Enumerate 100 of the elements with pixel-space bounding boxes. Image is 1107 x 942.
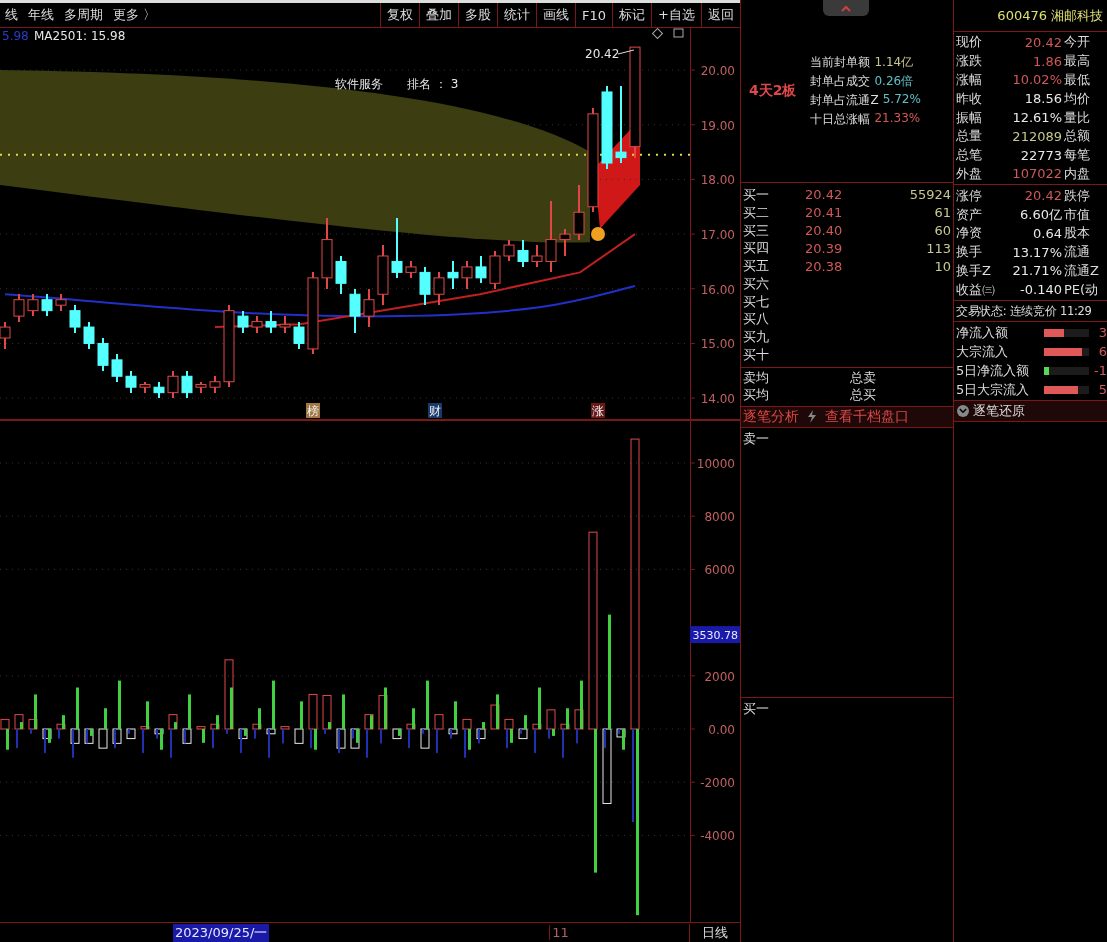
spike-bar [398,729,401,736]
sector-label: 软件服务 [335,77,383,91]
candlestick [461,260,473,290]
falling-volume-bar [112,728,122,744]
candlestick [489,249,501,290]
quote-label: 跌停 [1064,186,1090,205]
falling-volume-bar [154,728,164,735]
bid-label: 买一 [743,701,769,716]
rising-volume-bar [168,714,178,730]
spike-bar [482,722,485,729]
falling-volume-bar [84,728,94,744]
toolbar-link[interactable]: 线 [0,6,23,24]
falling-volume-bar [350,728,360,749]
rank-label: 排名 ： 3 [407,77,459,91]
candlestick [69,304,81,334]
candlestick [517,238,529,268]
period-label[interactable]: 日线 [689,923,740,942]
quote-label: 涨幅 [956,71,983,89]
quote-label: 振幅 [956,108,983,127]
bid-volume: 10 [933,258,951,274]
candlestick [13,293,25,323]
candlestick [293,320,305,350]
spike-bar [104,708,107,729]
rising-volume-bar [490,704,500,730]
falling-volume-bar [616,728,626,738]
event-marker: 涨 [591,403,605,418]
spike-bar [328,722,331,729]
quote-value: 21.71% [1011,263,1063,279]
spike-bar [468,729,471,750]
candlestick [237,309,249,334]
bid-label: 买四 [743,239,770,258]
falling-volume-bar [294,728,304,744]
toolbar-link[interactable]: 更多 〉 [108,6,162,24]
candlestick [391,216,403,279]
quote-value: 6.60亿 [1019,205,1063,224]
candlestick [573,183,585,241]
bid-label: 买五 [743,257,770,276]
quote-value: 10.02% [1011,72,1063,88]
toolbar-link[interactable]: 年线 [23,6,59,24]
candlestick [503,238,515,263]
falling-volume-bar [126,728,136,740]
rising-volume-bar [560,723,570,730]
spike-bar [230,687,233,729]
stat-value: 1.14亿 [874,54,914,71]
depth-view-tab[interactable]: 查看千档盘口 [825,407,909,426]
spike-bar [384,687,387,729]
axis-label: -2000 [700,776,735,791]
falling-volume-bar [392,728,402,740]
summary-label: 总卖 [850,369,876,388]
summary-label: 卖均 [743,369,770,388]
rising-volume-bar [546,709,556,730]
summary-label: 总买 [850,386,876,405]
stat-label: 封单占流通Z [810,92,879,109]
toolbar-link[interactable]: 多周期 [59,6,108,24]
spike-bar [118,680,121,729]
quote-value: 13.17% [1011,244,1063,260]
candlestick [139,380,151,394]
bid-price: 20.38 [805,258,844,274]
quote-label: 收益㈢ [956,280,996,299]
quote-label: 换手Z [956,261,992,280]
spike-bar [258,708,261,729]
quote-label: 今开 [1064,33,1090,52]
lightning-icon [807,410,817,424]
candlestick [111,353,123,383]
spike-bar [188,694,191,729]
spike-bar [62,715,65,729]
spike-bar [342,694,345,729]
quote-label: 股本 [1064,224,1090,243]
bid-volume: 61 [933,205,951,221]
bid-label: 买八 [743,310,770,329]
bid-volume: 55924 [908,187,951,203]
quote-label: 涨停 [956,186,983,205]
spike-bar [76,687,79,729]
bid-label: 买六 [743,274,770,293]
candlestick [405,260,417,279]
stat-label: 封单占成交 [810,73,871,90]
spike-bar [510,729,513,743]
spike-bar [174,722,177,729]
panel-icon [673,28,684,38]
cursor-value-tag: 3530.78 [690,626,740,644]
axis-label: 18.00 [700,173,735,188]
bid-label: 买一 [743,185,770,204]
spike-bar [580,680,583,729]
tick-analysis-tab[interactable]: 逐笔分析 [743,407,799,426]
quote-value: 22773 [1019,147,1063,163]
falling-volume-bar [182,728,192,744]
rising-volume-bar [308,693,318,730]
axis-label: 15.00 [700,337,735,352]
bid-label: 买二 [743,203,770,222]
spike-bar [314,729,317,750]
spike-bar [202,729,205,743]
quote-value: 0.64 [1032,225,1063,241]
candlestick [181,369,193,400]
quote-label: 均价 [1064,89,1090,108]
quote-value: 212089 [1011,128,1063,144]
collapse-tab[interactable] [823,0,869,16]
quote-label: 最高 [1064,52,1090,71]
quote-label: 内盘 [1064,164,1090,183]
candlestick [55,293,67,312]
quote-label: 换手 [956,243,983,262]
